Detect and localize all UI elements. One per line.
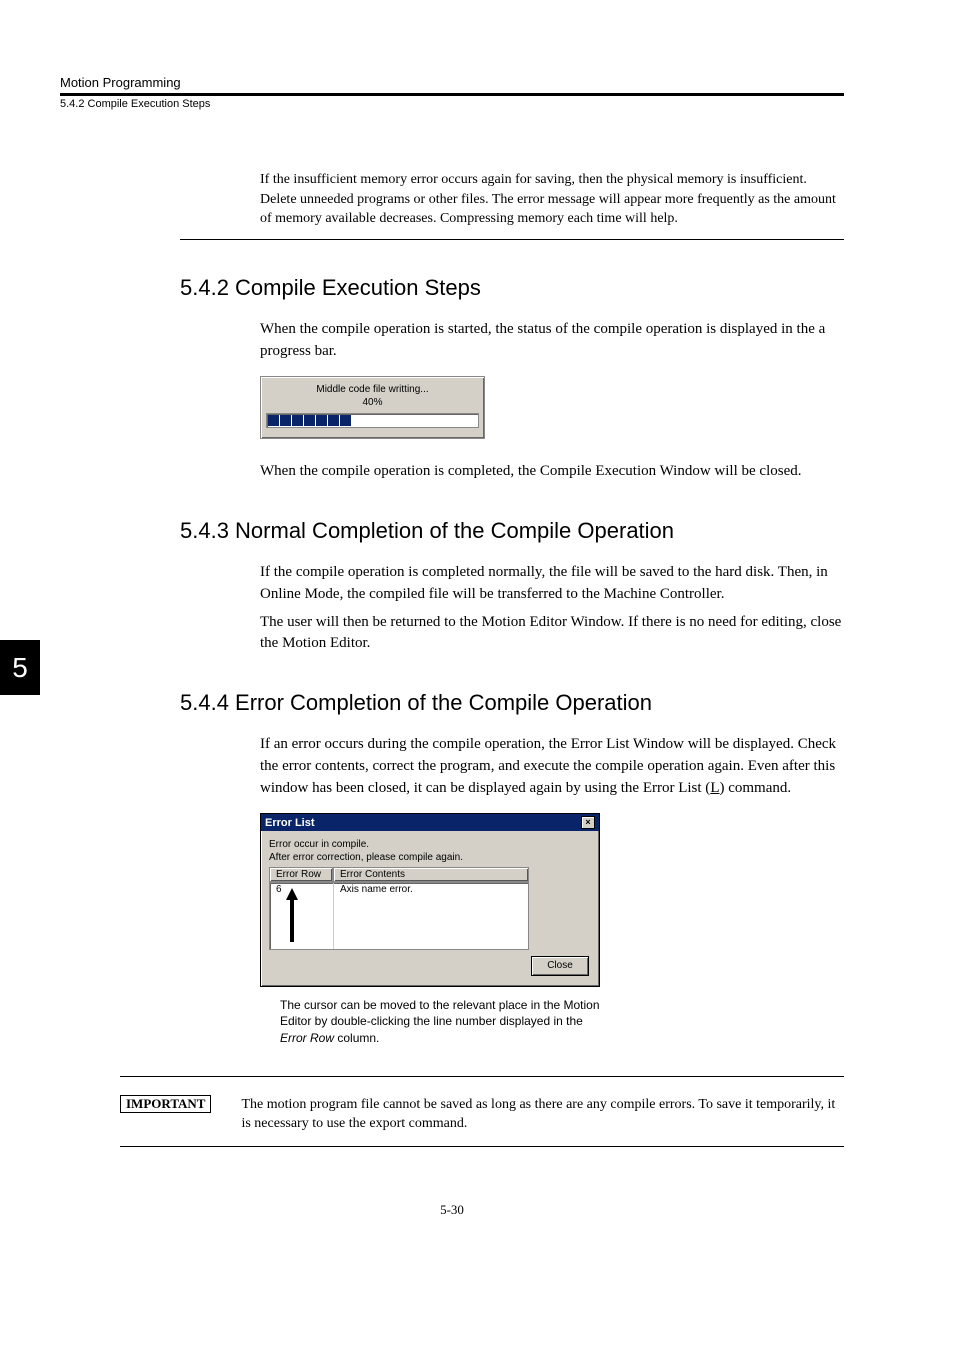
header-rule [60, 93, 844, 96]
section-544-para1: If an error occurs during the compile op… [260, 734, 844, 799]
section-542-para2: When the compile operation is completed,… [260, 461, 844, 483]
dialog-msg2: After error correction, please compile a… [269, 852, 591, 863]
progress-text-line1: Middle code file writting... [266, 383, 479, 396]
table-cell-error[interactable]: Axis name error. [334, 883, 528, 949]
caption-b: column. [334, 1031, 379, 1045]
table-header-error-contents[interactable]: Error Contents [333, 867, 529, 882]
pointer-arrow-icon [285, 888, 299, 946]
section-heading-542: 5.4.2 Compile Execution Steps [180, 275, 844, 301]
dialog-titlebar: Error List × [261, 814, 599, 831]
header-subtitle: 5.4.2 Compile Execution Steps [60, 98, 844, 110]
important-label: IMPORTANT [120, 1095, 211, 1113]
error-table: Error Row Error Contents 6 Axis name err… [269, 867, 529, 950]
separator [120, 1076, 844, 1077]
caption-a: The cursor can be moved to the relevant … [280, 998, 600, 1028]
intro-note: If the insufficient memory error occurs … [260, 170, 844, 229]
table-cell-row-num[interactable]: 6 [270, 883, 334, 949]
section-542-para1: When the compile operation is started, t… [260, 319, 844, 363]
table-header-error-row[interactable]: Error Row [269, 867, 333, 882]
dialog-msg1: Error occur in compile. [269, 839, 591, 850]
caption-italic: Error Row [280, 1031, 334, 1045]
dialog-caption: The cursor can be moved to the relevant … [280, 997, 610, 1046]
dialog-title: Error List [265, 817, 315, 829]
separator [120, 1146, 844, 1147]
page-header: Motion Programming 5.4.2 Compile Executi… [60, 75, 844, 110]
section-544-para1-b: ) command. [719, 780, 791, 796]
progress-text-line2: 40% [266, 396, 479, 409]
close-button[interactable]: Close [531, 956, 589, 976]
section-543-para2: The user will then be returned to the Mo… [260, 612, 844, 656]
important-note: IMPORTANT The motion program file cannot… [120, 1095, 844, 1134]
error-list-dialog: Error List × Error occur in compile. Aft… [260, 813, 600, 987]
progress-dialog: Middle code file writting... 40% [260, 376, 485, 439]
section-heading-543: 5.4.3 Normal Completion of the Compile O… [180, 518, 844, 544]
separator [180, 239, 844, 240]
close-icon[interactable]: × [581, 816, 595, 829]
table-body: 6 Axis name error. [269, 882, 529, 950]
header-title: Motion Programming [60, 75, 844, 90]
important-text: The motion program file cannot be saved … [241, 1095, 844, 1134]
section-543-para1: If the compile operation is completed no… [260, 562, 844, 606]
section-heading-544: 5.4.4 Error Completion of the Compile Op… [180, 690, 844, 716]
chapter-tab: 5 [0, 640, 40, 695]
progress-bar [266, 413, 479, 428]
page-number: 5-30 [60, 1202, 844, 1218]
